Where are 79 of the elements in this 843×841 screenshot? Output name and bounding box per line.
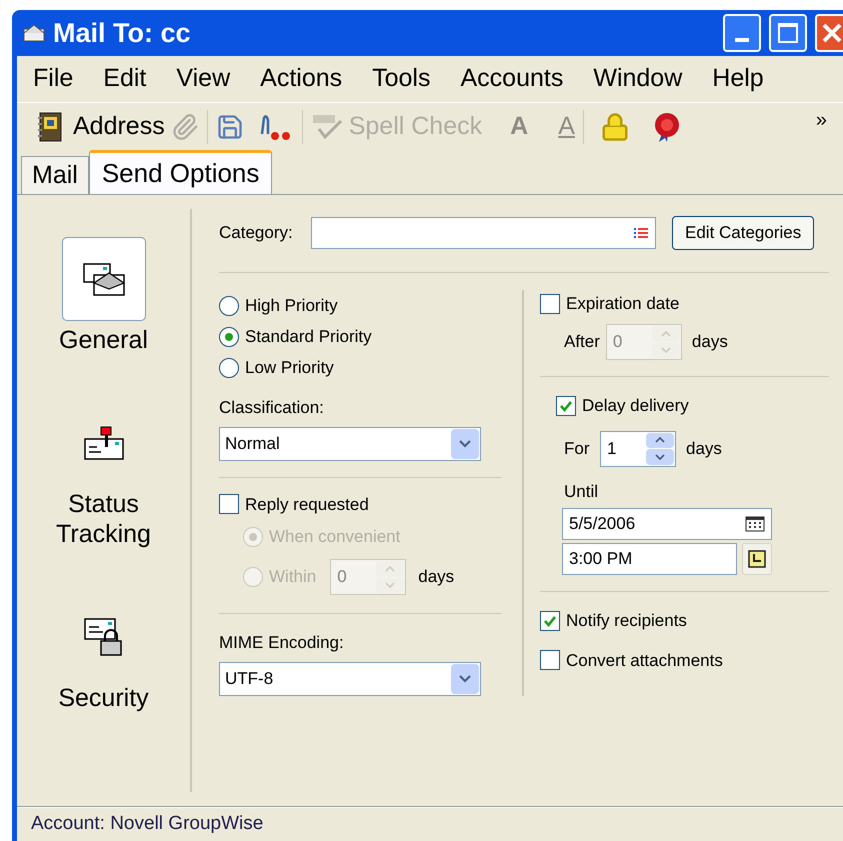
menu-item[interactable]: Window [593,60,682,98]
checkbox[interactable] [540,650,560,670]
checkmark-icon [559,398,573,413]
radio-label: High Priority [245,294,338,317]
category-label: Category: [219,222,294,244]
radio-label: Low Priority [245,356,334,379]
time-field[interactable]: 3:00 PM [562,543,737,575]
address-button[interactable]: Address [37,108,165,146]
for-label: For [564,438,590,460]
section-button[interactable]: General [34,237,174,355]
menu-item[interactable]: Actions [260,60,342,98]
tab[interactable]: Mail [21,156,89,194]
radio-button[interactable] [219,358,239,378]
edit-categories-button[interactable]: Edit Categories [672,216,814,250]
dropdown-arrow-button[interactable] [451,428,479,458]
mailbox-icon [82,425,124,461]
radio-button[interactable] [219,296,239,316]
envelopes-icon [82,261,126,297]
unit-label: days [692,331,728,354]
radio-button[interactable] [219,326,239,346]
dropdown-value: UTF-8 [224,668,274,690]
time-picker-button[interactable] [742,543,772,575]
chevron-down-icon [459,674,471,682]
unit-label: days [418,566,454,588]
mime-encoding-label: MIME Encoding: [219,632,345,654]
spin-up-button[interactable] [646,432,674,448]
checkbox[interactable] [556,396,576,416]
after-label: After [564,331,600,354]
address-book-icon [37,112,63,142]
toolbar-overflow-button[interactable]: » [816,105,827,135]
checkbox-label: Reply requested [245,494,369,516]
clock-icon [748,550,766,568]
number-spinner[interactable]: 1 [600,430,676,466]
menu-item[interactable]: Accounts [460,60,564,98]
close-button[interactable] [815,14,843,52]
checkbox-label: Expiration date [566,293,680,316]
envelope-icon [23,24,45,42]
dropdown-value: Normal [224,432,281,455]
maximize-button[interactable] [769,14,807,52]
tab[interactable]: Send Options [88,150,272,194]
minimize-button[interactable] [723,14,761,52]
locked-envelope-icon [82,617,124,657]
calendar-icon[interactable] [745,516,765,532]
checkbox[interactable] [540,610,560,631]
dropdown[interactable]: UTF-8 [219,662,481,696]
spell-check-icon [310,112,345,140]
classification-label: Classification: [219,397,325,419]
menu-item[interactable]: Help [712,60,764,98]
chevron-down-icon [459,440,471,448]
checkbox-label: Delay delivery [582,395,689,417]
list-icon [633,227,649,239]
section-button[interactable]: Status Tracking [34,401,174,549]
close-icon [821,22,843,44]
until-label: Until [564,480,600,502]
checkbox-label: Notify recipients [566,610,687,632]
paperclip-icon[interactable] [170,112,199,140]
radio-label: When convenient [269,526,400,548]
radio-label: Standard Priority [245,326,372,348]
save-icon[interactable] [216,112,244,140]
dropdown[interactable]: Normal [219,426,481,460]
menu-item[interactable]: Tools [372,60,430,98]
section-button[interactable]: Security [34,595,174,713]
spinner-value: 0 [612,331,624,354]
checkbox-label: Convert attachments [566,650,723,672]
checkbox[interactable] [219,494,239,514]
spinner-value: 0 [336,566,348,588]
dropdown-arrow-button[interactable] [451,664,479,694]
spin-down-button[interactable] [646,449,674,464]
checkmark-icon [543,614,557,628]
radio-label: Within [269,566,316,588]
menu-item[interactable]: View [176,60,230,98]
category-field[interactable] [311,217,656,249]
date-field[interactable]: 5/5/2006 [562,508,772,540]
unit-label: days [686,438,722,460]
status-bar: Account: Novell GroupWise [17,807,843,841]
spinner-value: 1 [606,438,618,460]
window-title: Mail To: cc [53,16,191,50]
menu-item[interactable]: File [33,60,74,98]
menu-item[interactable]: Edit [103,60,146,98]
